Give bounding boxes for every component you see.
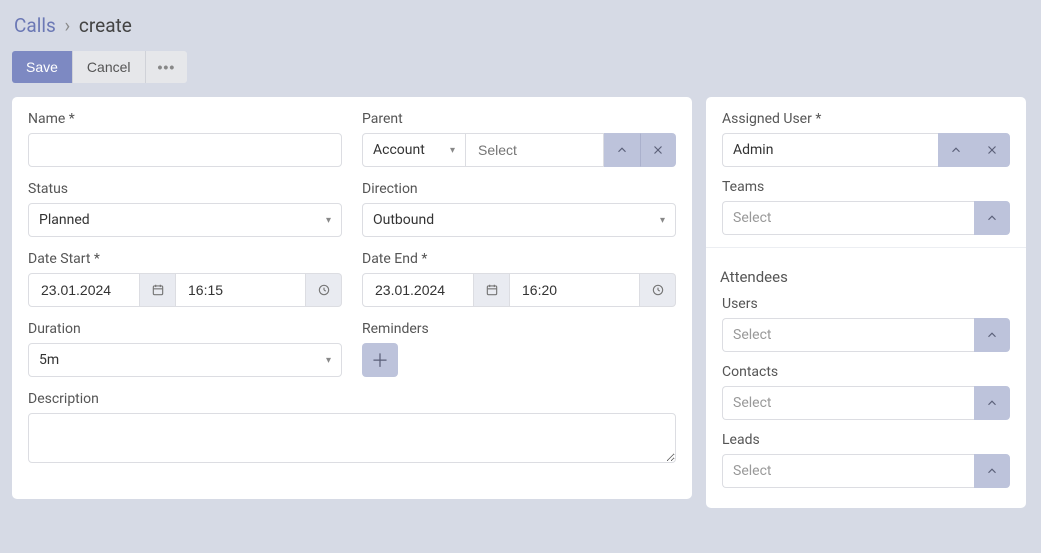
duration-value: 5m	[39, 352, 59, 368]
direction-select[interactable]: Outbound ▾	[362, 203, 676, 237]
users-select-button[interactable]	[974, 318, 1010, 352]
toolbar: Save Cancel •••	[12, 51, 1029, 83]
chevron-up-icon	[615, 143, 629, 157]
ellipsis-icon: •••	[158, 59, 176, 75]
attendees-section-title: Attendees	[720, 268, 1010, 286]
assigned-user-select-button[interactable]	[938, 133, 974, 167]
direction-value: Outbound	[373, 212, 434, 228]
caret-down-icon: ▾	[450, 145, 455, 156]
caret-down-icon: ▾	[326, 215, 331, 226]
side-panel: Assigned User * Admin Teams Select	[706, 97, 1026, 508]
caret-down-icon: ▾	[326, 355, 331, 366]
date-end-date-picker-button[interactable]	[474, 273, 510, 307]
breadcrumb-module-link[interactable]: Calls	[14, 14, 56, 37]
parent-input-wrapper	[466, 133, 604, 167]
add-reminder-button[interactable]: ＋	[362, 343, 398, 377]
plus-icon: ＋	[371, 347, 389, 373]
date-end-time-input[interactable]	[520, 281, 629, 299]
chevron-up-icon	[985, 328, 999, 342]
leads-label: Leads	[722, 432, 1010, 448]
date-start-date-input[interactable]	[39, 281, 129, 299]
breadcrumb-separator: ›	[64, 14, 70, 37]
teams-placeholder: Select	[733, 210, 771, 226]
assigned-user-value: Admin	[733, 142, 773, 158]
contacts-label: Contacts	[722, 364, 1010, 380]
main-panel: Name * Parent Account ▾	[12, 97, 692, 499]
parent-input[interactable]	[476, 141, 593, 159]
contacts-placeholder: Select	[733, 395, 771, 411]
caret-down-icon: ▾	[660, 215, 665, 226]
contacts-select-button[interactable]	[974, 386, 1010, 420]
teams-select-button[interactable]	[974, 201, 1010, 235]
name-label: Name *	[28, 111, 342, 127]
clock-icon	[317, 283, 331, 297]
leads-select-button[interactable]	[974, 454, 1010, 488]
chevron-up-icon	[949, 143, 963, 157]
name-input-wrapper	[28, 133, 342, 167]
date-start-time-input[interactable]	[186, 281, 295, 299]
status-label: Status	[28, 181, 342, 197]
teams-label: Teams	[722, 179, 1010, 195]
date-start-label: Date Start *	[28, 251, 342, 267]
assigned-user-clear-button[interactable]	[974, 133, 1010, 167]
contacts-box[interactable]: Select	[722, 386, 974, 420]
calendar-icon	[485, 283, 499, 297]
date-end-time-picker-button[interactable]	[640, 273, 676, 307]
users-placeholder: Select	[733, 327, 771, 343]
users-box[interactable]: Select	[722, 318, 974, 352]
date-end-date-input[interactable]	[373, 281, 463, 299]
chevron-up-icon	[985, 211, 999, 225]
chevron-up-icon	[985, 396, 999, 410]
date-start-time-picker-button[interactable]	[306, 273, 342, 307]
name-input[interactable]	[39, 134, 331, 166]
save-button[interactable]: Save	[12, 51, 72, 83]
more-actions-button[interactable]: •••	[145, 51, 188, 83]
date-end-label: Date End *	[362, 251, 676, 267]
parent-label: Parent	[362, 111, 676, 127]
breadcrumb-current: create	[79, 14, 132, 37]
chevron-up-icon	[985, 464, 999, 478]
assigned-user-box[interactable]: Admin	[722, 133, 938, 167]
description-label: Description	[28, 391, 676, 407]
date-start-date-picker-button[interactable]	[140, 273, 176, 307]
status-value: Planned	[39, 212, 90, 228]
duration-select[interactable]: 5m ▾	[28, 343, 342, 377]
parent-select-button[interactable]	[604, 133, 640, 167]
assigned-user-label: Assigned User *	[722, 111, 1010, 127]
close-icon	[985, 143, 999, 157]
status-select[interactable]: Planned ▾	[28, 203, 342, 237]
duration-label: Duration	[28, 321, 342, 337]
users-label: Users	[722, 296, 1010, 312]
direction-label: Direction	[362, 181, 676, 197]
parent-clear-button[interactable]	[640, 133, 676, 167]
cancel-button[interactable]: Cancel	[72, 51, 145, 83]
clock-icon	[651, 283, 665, 297]
breadcrumb: Calls › create	[14, 14, 1029, 37]
teams-box[interactable]: Select	[722, 201, 974, 235]
leads-placeholder: Select	[733, 463, 771, 479]
parent-type-value: Account	[373, 142, 425, 158]
parent-type-select[interactable]: Account ▾	[362, 133, 466, 167]
calendar-icon	[151, 283, 165, 297]
reminders-label: Reminders	[362, 321, 676, 337]
leads-box[interactable]: Select	[722, 454, 974, 488]
close-icon	[651, 143, 665, 157]
description-textarea[interactable]	[28, 413, 676, 463]
